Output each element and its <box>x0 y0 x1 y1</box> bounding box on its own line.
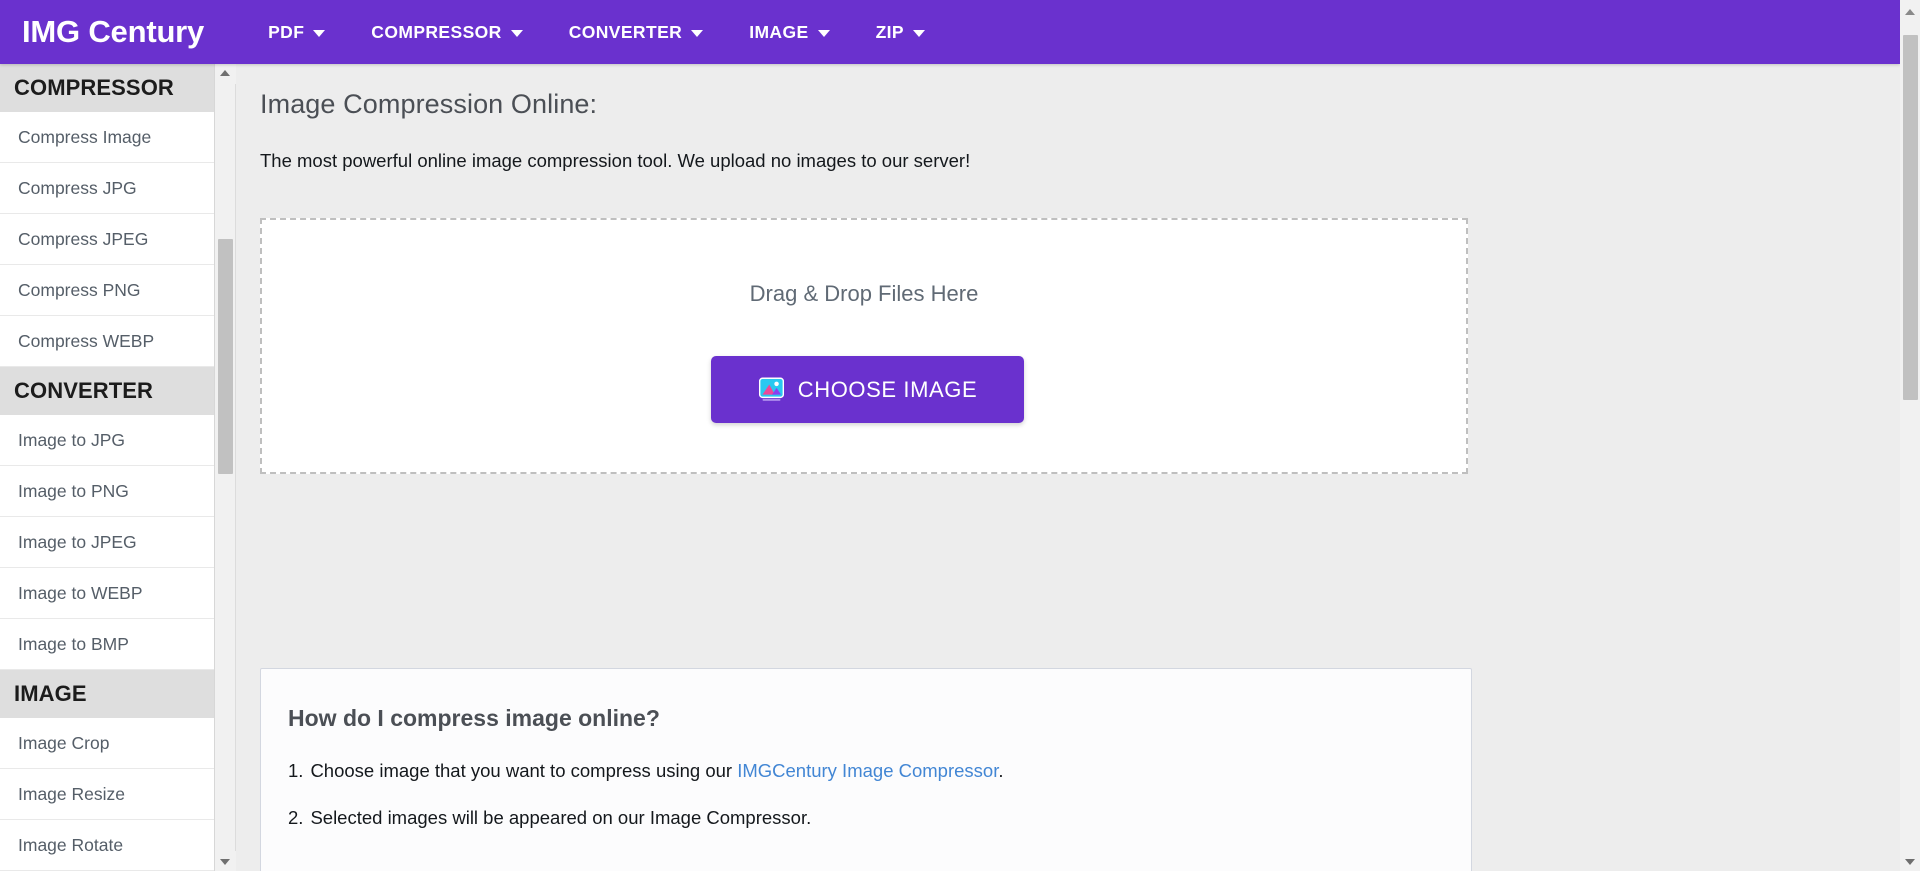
choose-image-label: CHOOSE IMAGE <box>797 376 978 402</box>
top-navbar: IMG Century PDF COMPRESSOR CONVERTER IMA… <box>0 0 1900 64</box>
page-scrollbar-thumb[interactable] <box>1903 35 1918 400</box>
sidebar-item-compress-jpg[interactable]: Compress JPG <box>0 163 214 214</box>
nav-item-converter[interactable]: CONVERTER <box>568 21 704 43</box>
page-scrollbar[interactable] <box>1900 0 1920 871</box>
nav-item-image[interactable]: IMAGE <box>749 21 830 43</box>
chevron-down-icon <box>313 29 326 37</box>
page-scroll-down-button[interactable] <box>1900 845 1920 865</box>
page-title: Image Compression Online: <box>260 89 598 119</box>
triangle-up-icon <box>1904 9 1915 15</box>
site-logo[interactable]: IMG Century <box>22 14 204 50</box>
faq-step-list: 1. Choose image that you want to compress… <box>261 732 1471 854</box>
faq-step-number: 2. <box>288 807 304 828</box>
browser-viewport: IMG Century PDF COMPRESSOR CONVERTER IMA… <box>0 0 1920 871</box>
nav-item-pdf[interactable]: PDF <box>268 21 326 43</box>
file-dropzone[interactable]: Drag & Drop Files Here CHOOSE IMAGE <box>260 218 1468 474</box>
nav-item-label: IMAGE <box>749 21 809 42</box>
triangle-down-icon <box>1904 859 1915 865</box>
sidebar-item-image-crop[interactable]: Image Crop <box>0 718 214 769</box>
triangle-down-icon <box>220 859 230 865</box>
sidebar-heading-converter: CONVERTER <box>0 367 214 415</box>
triangle-up-icon <box>220 70 230 76</box>
sidebar-item-image-to-jpeg[interactable]: Image to JPEG <box>0 517 214 568</box>
faq-step-2: 2. Selected images will be appeared on ou… <box>288 807 1471 854</box>
sidebar-scroll-down-button[interactable] <box>215 851 236 871</box>
faq-card: How do I compress image online? 1. Choose… <box>260 668 1472 871</box>
faq-link-image-compressor[interactable]: IMGCentury Image Compressor <box>737 760 998 781</box>
sidebar-item-image-to-bmp[interactable]: Image to BMP <box>0 619 214 670</box>
sidebar-item-compress-image[interactable]: Compress Image <box>0 112 214 163</box>
sidebar-item-image-rotate[interactable]: Image Rotate <box>0 820 214 871</box>
nav-item-label: COMPRESSOR <box>371 21 502 42</box>
faq-step-text: Choose image that you want to compress u… <box>310 760 738 781</box>
faq-step-text-after: . <box>998 760 1004 781</box>
sidebar-item-image-to-webp[interactable]: Image to WEBP <box>0 568 214 619</box>
faq-step-1: 1. Choose image that you want to compress… <box>288 760 1471 807</box>
sidebar-scrollbar[interactable] <box>215 64 236 871</box>
page-scroll-up-button[interactable] <box>1900 4 1920 24</box>
sidebar-item-compress-jpeg[interactable]: Compress JPEG <box>0 214 214 265</box>
dropzone-label: Drag & Drop Files Here <box>749 281 979 306</box>
faq-title: How do I compress image online? <box>288 705 660 731</box>
chevron-down-icon <box>817 29 830 37</box>
chevron-down-icon <box>510 29 523 37</box>
sidebar-scroll-up-button[interactable] <box>215 64 236 84</box>
sidebar-item-compress-webp[interactable]: Compress WEBP <box>0 316 214 367</box>
sidebar-scrollbar-thumb[interactable] <box>218 239 233 474</box>
nav-item-label: ZIP <box>875 21 904 42</box>
nav-item-compressor[interactable]: COMPRESSOR <box>371 21 523 43</box>
faq-step-text: Selected images will be appeared on our … <box>310 807 812 828</box>
picture-icon <box>758 377 784 401</box>
choose-image-button[interactable]: CHOOSE IMAGE <box>711 356 1024 423</box>
chevron-down-icon <box>913 29 925 37</box>
nav-item-label: PDF <box>268 21 305 42</box>
nav-item-label: CONVERTER <box>568 21 683 42</box>
sidebar-item-image-to-png[interactable]: Image to PNG <box>0 466 214 517</box>
sidebar-item-image-resize[interactable]: Image Resize <box>0 769 214 820</box>
faq-step-number: 1. <box>288 760 304 781</box>
sidebar-item-compress-png[interactable]: Compress PNG <box>0 265 214 316</box>
sidebar: COMPRESSOR Compress Image Compress JPG C… <box>0 64 215 871</box>
sidebar-item-image-to-jpg[interactable]: Image to JPG <box>0 415 214 466</box>
sidebar-heading-image: IMAGE <box>0 670 214 718</box>
sidebar-heading-compressor: COMPRESSOR <box>0 64 214 112</box>
main-content: Image Compression Online: The most power… <box>237 64 1900 871</box>
page-subtitle: The most powerful online image compressi… <box>260 150 971 171</box>
chevron-down-icon <box>691 29 704 37</box>
nav-item-zip[interactable]: ZIP <box>876 22 925 43</box>
